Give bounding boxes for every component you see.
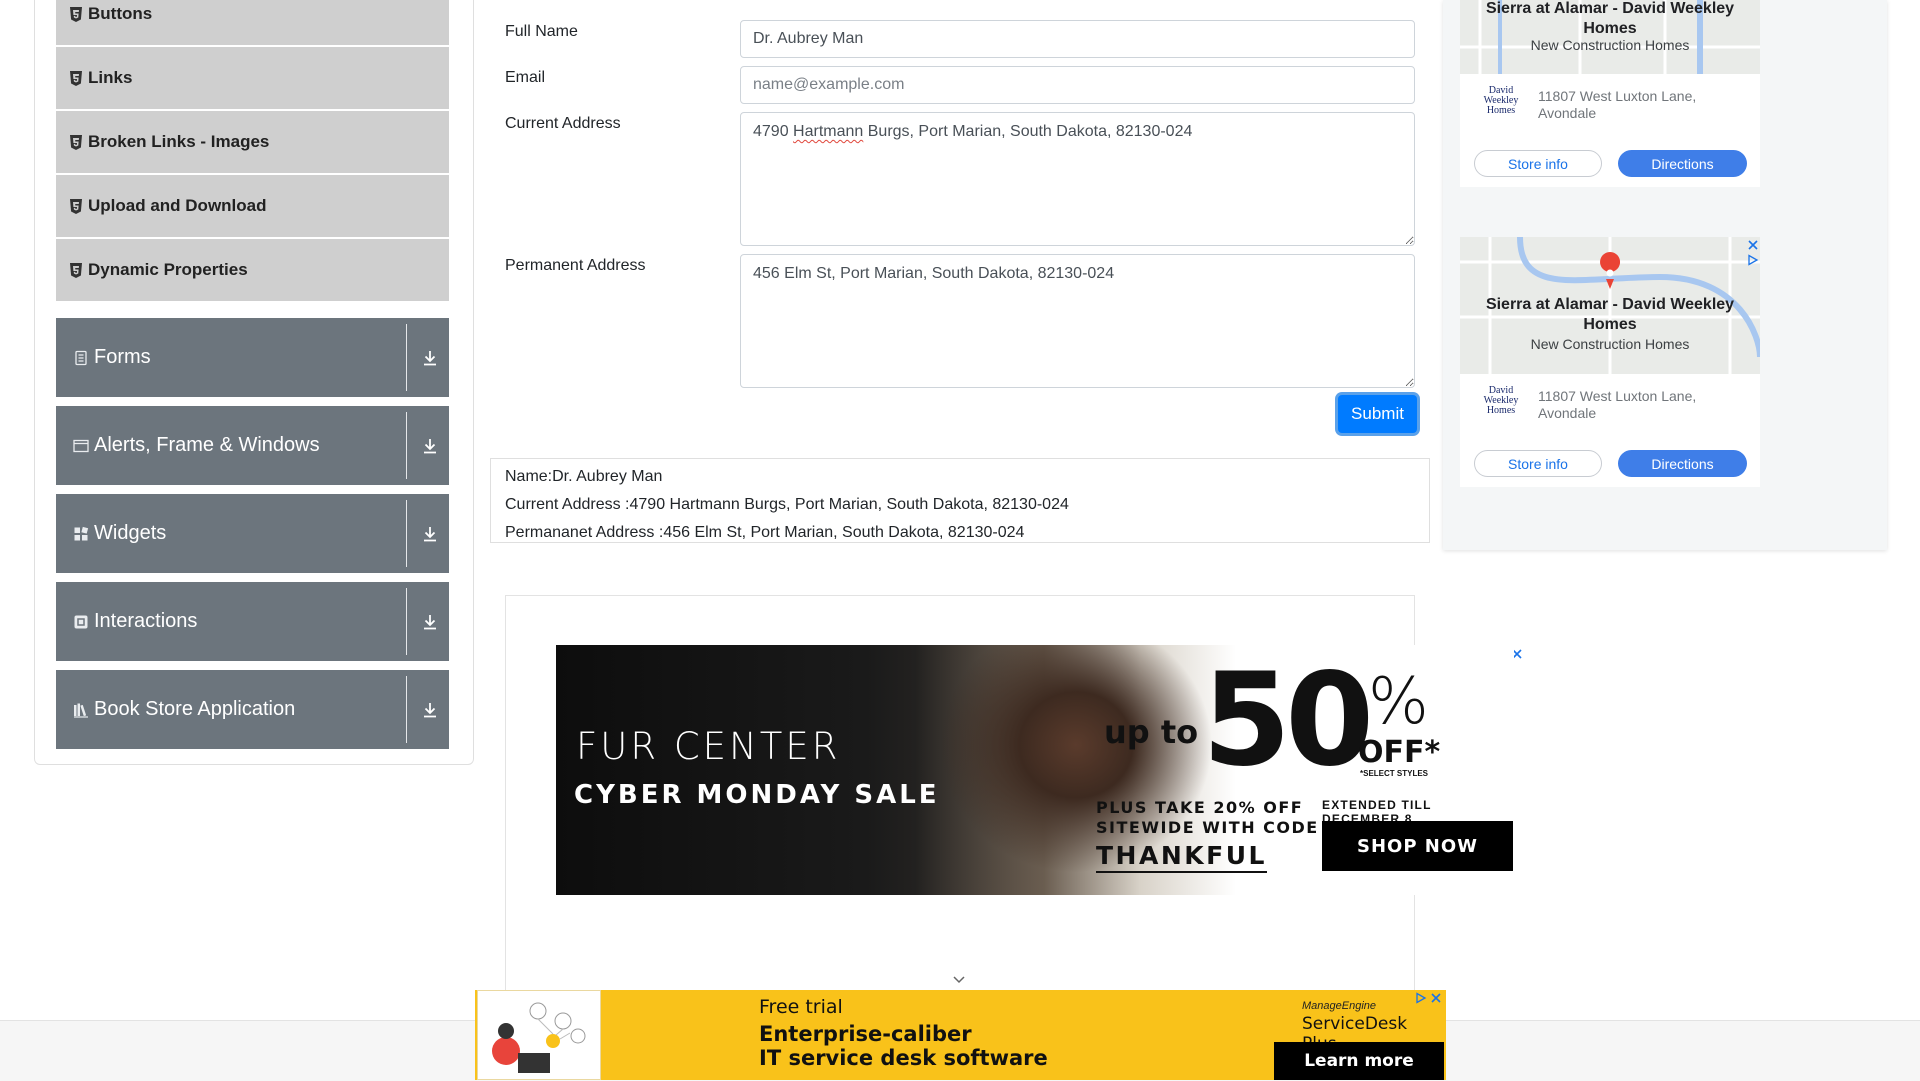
map-ad-card[interactable]: Sierra at Alamar - David Weekley Homes N… bbox=[1460, 0, 1760, 187]
html5-icon bbox=[70, 262, 82, 278]
close-icon[interactable] bbox=[1430, 992, 1442, 1004]
ad-illustration bbox=[477, 990, 601, 1080]
submit-button[interactable]: Submit bbox=[1338, 395, 1417, 433]
html5-icon bbox=[70, 198, 82, 214]
close-icon[interactable] bbox=[1747, 239, 1759, 251]
email-label: Email bbox=[505, 69, 546, 86]
html5-icon bbox=[70, 70, 82, 86]
sidebar-group-label: Alerts, Frame & Windows bbox=[94, 434, 320, 456]
directions-button[interactable]: Directions bbox=[1618, 150, 1747, 177]
ad-info: David Weekley Homes 11807 West Luxton Lane… bbox=[1460, 74, 1760, 138]
sidebar-group-forms[interactable]: Forms bbox=[56, 318, 449, 397]
store-info-button[interactable]: Store info bbox=[1474, 150, 1602, 177]
sidebar-group-label: Interactions bbox=[94, 610, 198, 632]
divider bbox=[406, 676, 407, 743]
output-current-address: Current Address :4790 Hartmann Burgs, Po… bbox=[505, 496, 1069, 513]
sidebar-group-label: Widgets bbox=[94, 522, 167, 544]
document-icon bbox=[75, 350, 87, 365]
sidebar-item-label: Links bbox=[88, 68, 133, 87]
shop-now-button[interactable]: SHOP NOW bbox=[1322, 821, 1513, 871]
adchoices-icon[interactable] bbox=[1747, 254, 1759, 266]
learn-more-button[interactable]: Learn more bbox=[1274, 1042, 1444, 1080]
download-arrow-icon[interactable] bbox=[420, 612, 440, 632]
ad-address: 11807 West Luxton Lane, Avondale bbox=[1538, 88, 1697, 121]
permanent-address-label: Permanent Address bbox=[505, 257, 646, 274]
ad-select-styles: *SELECT STYLES bbox=[1360, 769, 1429, 778]
ad-plus-offer: PLUS TAKE 20% OFF SITEWIDE WITH CODE bbox=[1096, 798, 1319, 837]
sidebar-item-broken-links[interactable]: Broken Links - Images bbox=[56, 111, 449, 173]
ad-code: THANKFUL bbox=[1096, 841, 1267, 873]
ad-percent: % bbox=[1368, 665, 1429, 739]
download-arrow-icon[interactable] bbox=[420, 700, 440, 720]
ad-brand-small: ManageEngine bbox=[1302, 1000, 1377, 1012]
sidebar-group-label: Book Store Application bbox=[94, 698, 296, 720]
interactions-icon bbox=[74, 615, 88, 628]
books-icon bbox=[74, 703, 88, 718]
sidebar-item-buttons[interactable]: Buttons bbox=[56, 0, 449, 45]
ad-title: Sierra at Alamar - David Weekley bbox=[1485, 296, 1735, 313]
sidebar-item-dynamic-properties[interactable]: Dynamic Properties bbox=[56, 239, 449, 301]
ad-subtitle: New Construction Homes bbox=[1530, 336, 1690, 352]
output-permanent-address: Permananet Address :456 Elm St, Port Mar… bbox=[505, 524, 1025, 541]
ad-address: 11807 West Luxton Lane, Avondale bbox=[1538, 388, 1697, 421]
ad-brand: FUR CENTER bbox=[576, 725, 841, 768]
divider bbox=[406, 412, 407, 479]
chevron-down-icon[interactable] bbox=[952, 975, 966, 985]
directions-button[interactable]: Directions bbox=[1618, 450, 1747, 477]
output-name: Name:Dr. Aubrey Man bbox=[505, 468, 663, 485]
sidebar-item-label: Buttons bbox=[88, 4, 153, 23]
ad-line3: IT service desk software bbox=[759, 1046, 1048, 1070]
divider bbox=[406, 324, 407, 391]
email-input[interactable] bbox=[740, 66, 1415, 104]
current-address-label: Current Address bbox=[505, 115, 621, 132]
ad-subtitle: New Construction Homes bbox=[1530, 37, 1690, 53]
current-address-textarea[interactable] bbox=[740, 112, 1415, 246]
fur-center-ad[interactable]: FUR CENTER CYBER MONDAY SALE up to 50 % … bbox=[556, 645, 1514, 895]
sidebar-item-label: Dynamic Properties bbox=[88, 260, 248, 279]
permanent-address-textarea[interactable] bbox=[740, 254, 1415, 388]
ad-up-to: up to bbox=[1104, 713, 1199, 751]
sidebar-item-label: Broken Links - Images bbox=[88, 132, 270, 151]
adchoices-icon[interactable] bbox=[1415, 992, 1427, 1004]
ad-line1: Free trial bbox=[759, 996, 843, 1018]
full-name-label: Full Name bbox=[505, 23, 578, 40]
download-arrow-icon[interactable] bbox=[420, 348, 440, 368]
david-weekley-logo: David Weekley Homes bbox=[1483, 385, 1519, 416]
window-icon bbox=[73, 439, 89, 452]
html5-icon bbox=[70, 134, 82, 150]
divider bbox=[406, 588, 407, 655]
download-arrow-icon[interactable] bbox=[420, 436, 440, 456]
sidebar-group-widgets[interactable]: Widgets bbox=[56, 494, 449, 573]
sidebar-group-label: Forms bbox=[94, 346, 151, 368]
sidebar-item-label: Upload and Download bbox=[88, 196, 267, 215]
ad-title-line2: Homes bbox=[1583, 20, 1637, 37]
david-weekley-logo: David Weekley Homes bbox=[1483, 85, 1519, 116]
servicedesk-ad[interactable]: Free trial Enterprise-caliber IT service… bbox=[475, 990, 1446, 1080]
full-name-input[interactable] bbox=[740, 20, 1415, 58]
sidebar-group-alerts[interactable]: Alerts, Frame & Windows bbox=[56, 406, 449, 485]
ad-line2: Enterprise-caliber bbox=[759, 1022, 972, 1046]
ad-headline: CYBER MONDAY SALE bbox=[574, 780, 940, 810]
download-arrow-icon[interactable] bbox=[420, 524, 440, 544]
widgets-icon bbox=[74, 526, 89, 540]
divider bbox=[406, 500, 407, 567]
html5-icon bbox=[70, 6, 82, 22]
ad-off: OFF* bbox=[1358, 735, 1441, 770]
sidebar-item-links[interactable]: Links bbox=[56, 47, 449, 109]
ad-big-number: 50 bbox=[1202, 646, 1374, 795]
sidebar-item-upload-download[interactable]: Upload and Download bbox=[56, 175, 449, 237]
output-box: Name:Dr. Aubrey Man Current Address :479… bbox=[490, 458, 1430, 543]
ad-title: Sierra at Alamar - David Weekley bbox=[1485, 0, 1735, 17]
map-ad-card[interactable]: Sierra at Alamar - David Weekley Homes N… bbox=[1460, 237, 1760, 487]
sidebar-group-interactions[interactable]: Interactions bbox=[56, 582, 449, 661]
sidebar-group-book-store[interactable]: Book Store Application bbox=[56, 670, 449, 749]
ad-title-line2: Homes bbox=[1583, 316, 1637, 333]
ad-info: David Weekley Homes 11807 West Luxton Lane… bbox=[1460, 374, 1760, 438]
store-info-button[interactable]: Store info bbox=[1474, 450, 1602, 477]
